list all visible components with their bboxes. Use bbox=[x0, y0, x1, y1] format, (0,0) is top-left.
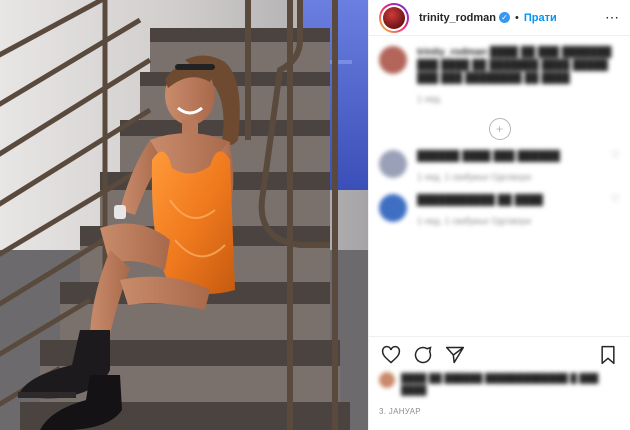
likes-summary[interactable]: ████ ██ ██████ █████████████ █ ███ ████ bbox=[379, 372, 620, 396]
post-actions bbox=[369, 336, 630, 372]
author-avatar[interactable] bbox=[379, 2, 409, 33]
caption-comment: trinity_rodman ████ ██ ███ ███████ ███ █… bbox=[369, 36, 630, 106]
bookmark-icon[interactable] bbox=[596, 343, 620, 367]
post-photo[interactable] bbox=[0, 0, 368, 430]
heart-icon[interactable] bbox=[379, 343, 403, 367]
post-image bbox=[0, 0, 368, 430]
post-header: trinity_rodman ✓ • Прати ⋯ bbox=[369, 0, 630, 36]
likes-text: ████ ██ ██████ █████████████ █ ███ ████ bbox=[401, 373, 599, 395]
comment-avatar[interactable] bbox=[379, 46, 407, 74]
author-username[interactable]: trinity_rodman bbox=[419, 12, 496, 24]
comment-item: ███████████ ██ ████ 1 нед. 1 свиђање Одг… bbox=[369, 184, 630, 228]
comment-text: ██ ████ bbox=[497, 195, 544, 206]
post-date[interactable]: 3. ЈАНУАР bbox=[379, 407, 421, 416]
comment-username[interactable]: ██████ bbox=[417, 151, 460, 162]
comment-meta: 1 нед. 1 свиђање Одговори bbox=[417, 172, 532, 182]
liker-avatar bbox=[379, 372, 395, 388]
load-more-comments-button[interactable]: + bbox=[369, 118, 630, 140]
verified-badge-icon: ✓ bbox=[499, 12, 511, 23]
comment-heart-icon[interactable]: ♡ bbox=[611, 194, 620, 228]
share-icon[interactable] bbox=[443, 343, 467, 367]
comment-meta: 1 нед. bbox=[417, 94, 443, 104]
comment-text: ████ ███ ██████ bbox=[462, 151, 560, 162]
comment-username[interactable]: ███████████ bbox=[417, 195, 495, 206]
ellipsis-icon[interactable]: ⋯ bbox=[605, 9, 620, 26]
comment-icon[interactable] bbox=[411, 343, 435, 367]
follow-button[interactable]: Прати bbox=[524, 12, 557, 24]
comment-username[interactable]: trinity_rodman bbox=[417, 47, 487, 58]
comment-avatar[interactable] bbox=[379, 150, 407, 178]
comment-meta: 1 нед. 1 свиђање Одговори bbox=[417, 216, 532, 226]
comment-heart-icon[interactable]: ♡ bbox=[611, 150, 620, 184]
header-dot-separator: • bbox=[515, 11, 519, 24]
comment-avatar[interactable] bbox=[379, 194, 407, 222]
plus-circle-icon: + bbox=[488, 118, 511, 140]
comments-list: trinity_rodman ████ ██ ███ ███████ ███ █… bbox=[369, 36, 630, 336]
post-sidebar: trinity_rodman ✓ • Прати ⋯ trinity_rodma… bbox=[368, 0, 630, 430]
comment-item: ██████ ████ ███ ██████ 1 нед. 1 свиђање … bbox=[369, 140, 630, 184]
